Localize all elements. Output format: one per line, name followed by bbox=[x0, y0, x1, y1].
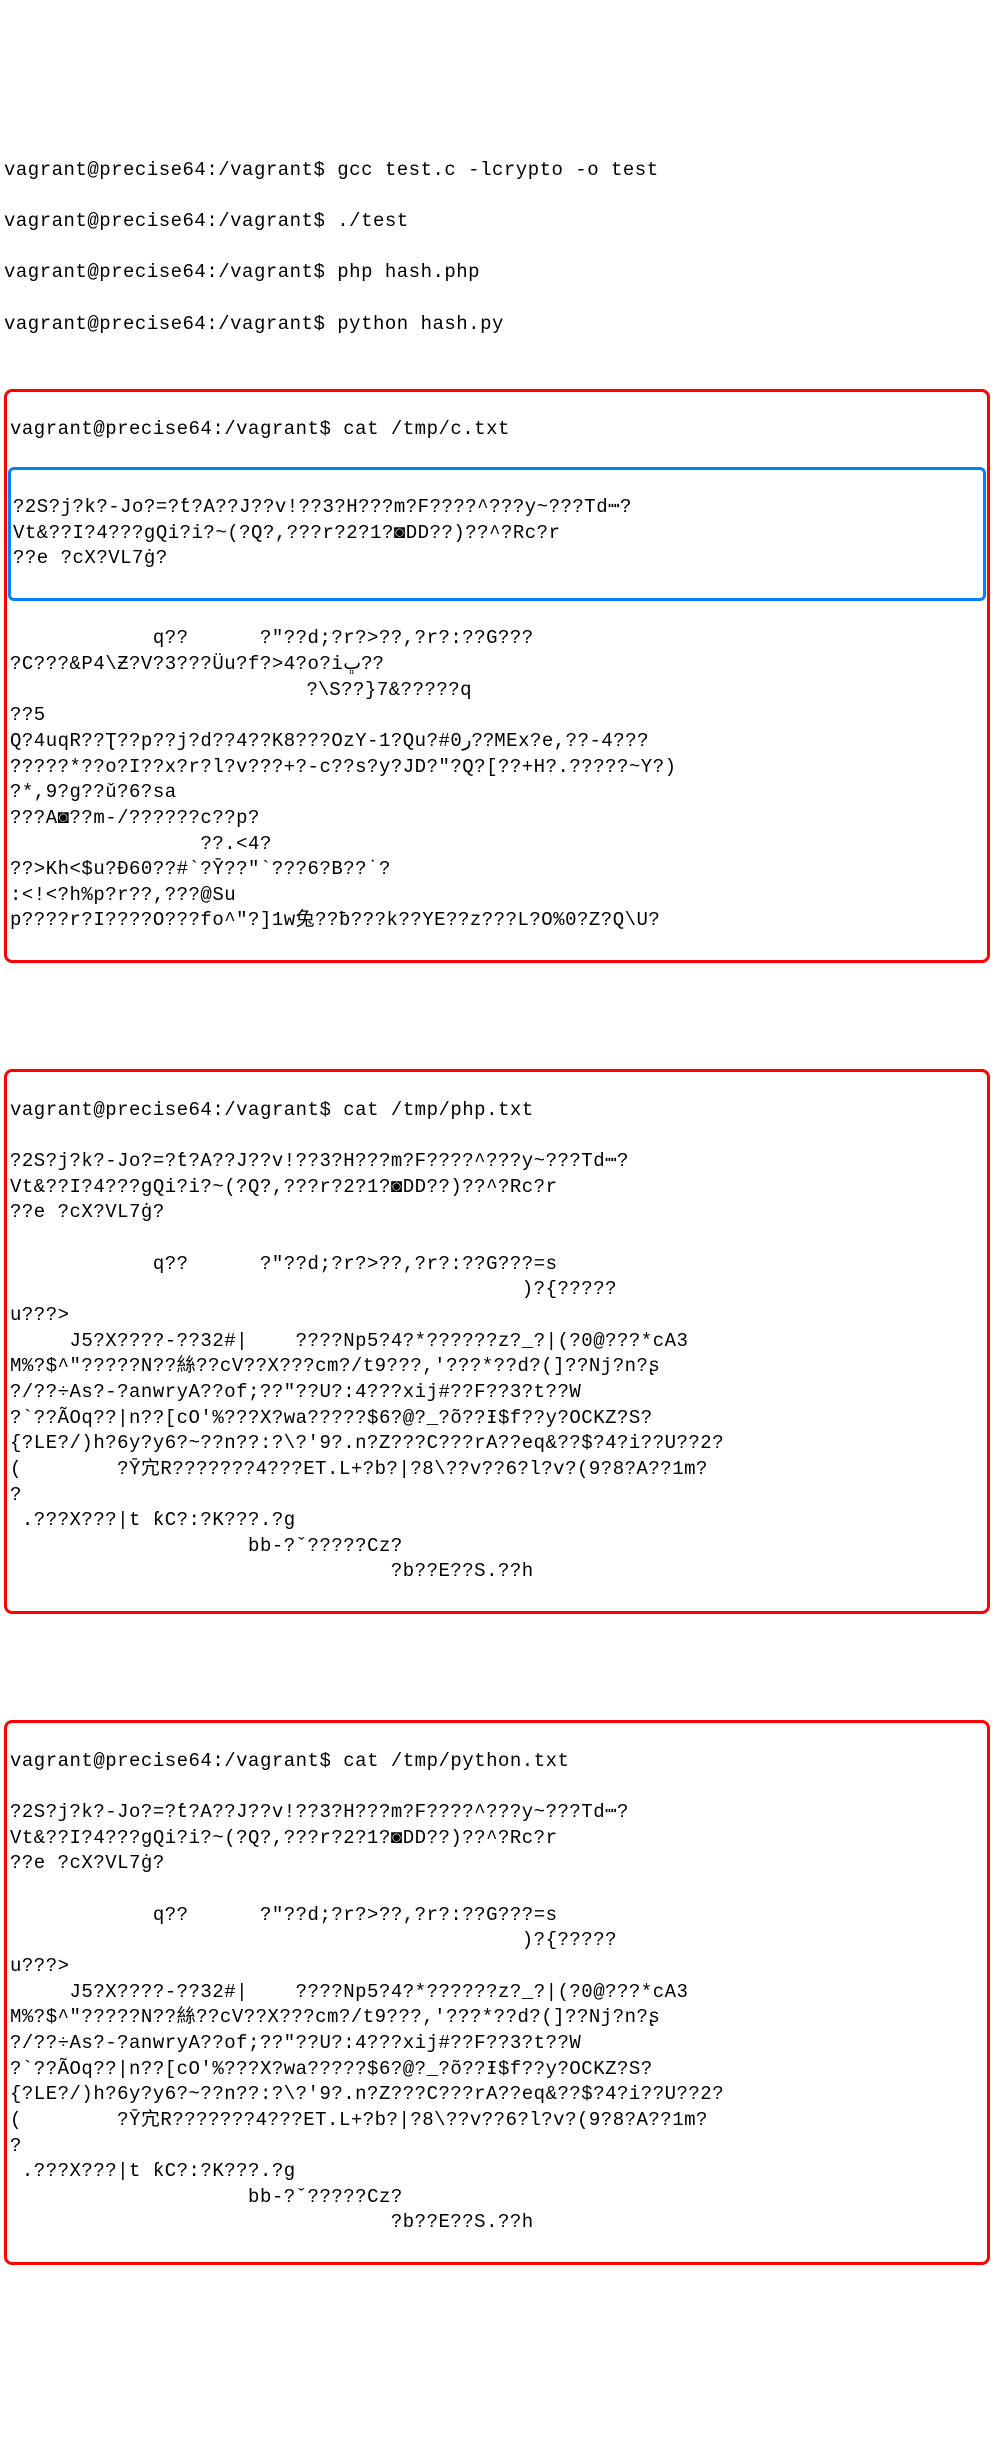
output-common: ?2S?j?k?-Jo?=?ƭ?A??J??v!??3?H???m?F????^… bbox=[10, 1800, 984, 1877]
output-box-php: vagrant@precise64:/vagrant$ cat /tmp/php… bbox=[4, 1069, 990, 1613]
command-text: cat /tmp/python.txt bbox=[343, 1750, 569, 1772]
command-text: cat /tmp/c.txt bbox=[343, 418, 510, 440]
output-common: ?2S?j?k?-Jo?=?ƭ?A??J??v!??3?H???m?F????^… bbox=[10, 1149, 984, 1226]
command-text: python hash.py bbox=[337, 313, 504, 335]
output-common: ?2S?j?k?-Jo?=?ƭ?A??J??v!??3?H???m?F????^… bbox=[13, 495, 981, 572]
output-box-c: vagrant@precise64:/vagrant$ cat /tmp/c.t… bbox=[4, 389, 990, 963]
command-line: vagrant@precise64:/vagrant$ php hash.php bbox=[4, 260, 990, 286]
highlight-box-common-c: ?2S?j?k?-Jo?=?ƭ?A??J??v!??3?H???m?F????^… bbox=[8, 467, 986, 601]
shell-prompt: vagrant@precise64:/vagrant$ bbox=[4, 210, 325, 232]
terminal-window[interactable]: vagrant@precise64:/vagrant$ gcc test.c -… bbox=[4, 107, 990, 2316]
shell-prompt: vagrant@precise64:/vagrant$ bbox=[4, 261, 325, 283]
command-text: gcc test.c -lcrypto -o test bbox=[337, 159, 658, 181]
command-text: ./test bbox=[337, 210, 408, 232]
command-line: vagrant@precise64:/vagrant$ cat /tmp/pyt… bbox=[10, 1749, 984, 1775]
shell-prompt: vagrant@precise64:/vagrant$ bbox=[10, 1750, 331, 1772]
output-php-rest: q?? ?"??d;?r?>??,?r?:??G???=s )?{????? u… bbox=[10, 1252, 984, 1585]
command-line: vagrant@precise64:/vagrant$ python hash.… bbox=[4, 312, 990, 338]
command-line: vagrant@precise64:/vagrant$ gcc test.c -… bbox=[4, 158, 990, 184]
command-line: vagrant@precise64:/vagrant$ ./test bbox=[4, 209, 990, 235]
command-text: cat /tmp/php.txt bbox=[343, 1099, 533, 1121]
output-c-rest: q?? ?"??d;?r?>??,?r?:??G??? ?C???&P4\Ƶ?V… bbox=[10, 626, 984, 934]
shell-prompt: vagrant@precise64:/vagrant$ bbox=[10, 1099, 331, 1121]
command-line: vagrant@precise64:/vagrant$ cat /tmp/c.t… bbox=[10, 417, 984, 443]
output-box-python: vagrant@precise64:/vagrant$ cat /tmp/pyt… bbox=[4, 1720, 990, 2264]
shell-prompt: vagrant@precise64:/vagrant$ bbox=[4, 313, 325, 335]
output-python-rest: q?? ?"??d;?r?>??,?r?:??G???=s )?{????? u… bbox=[10, 1903, 984, 2236]
command-line: vagrant@precise64:/vagrant$ cat /tmp/php… bbox=[10, 1098, 984, 1124]
command-text: php hash.php bbox=[337, 261, 480, 283]
shell-prompt: vagrant@precise64:/vagrant$ bbox=[10, 418, 331, 440]
shell-prompt: vagrant@precise64:/vagrant$ bbox=[4, 159, 325, 181]
